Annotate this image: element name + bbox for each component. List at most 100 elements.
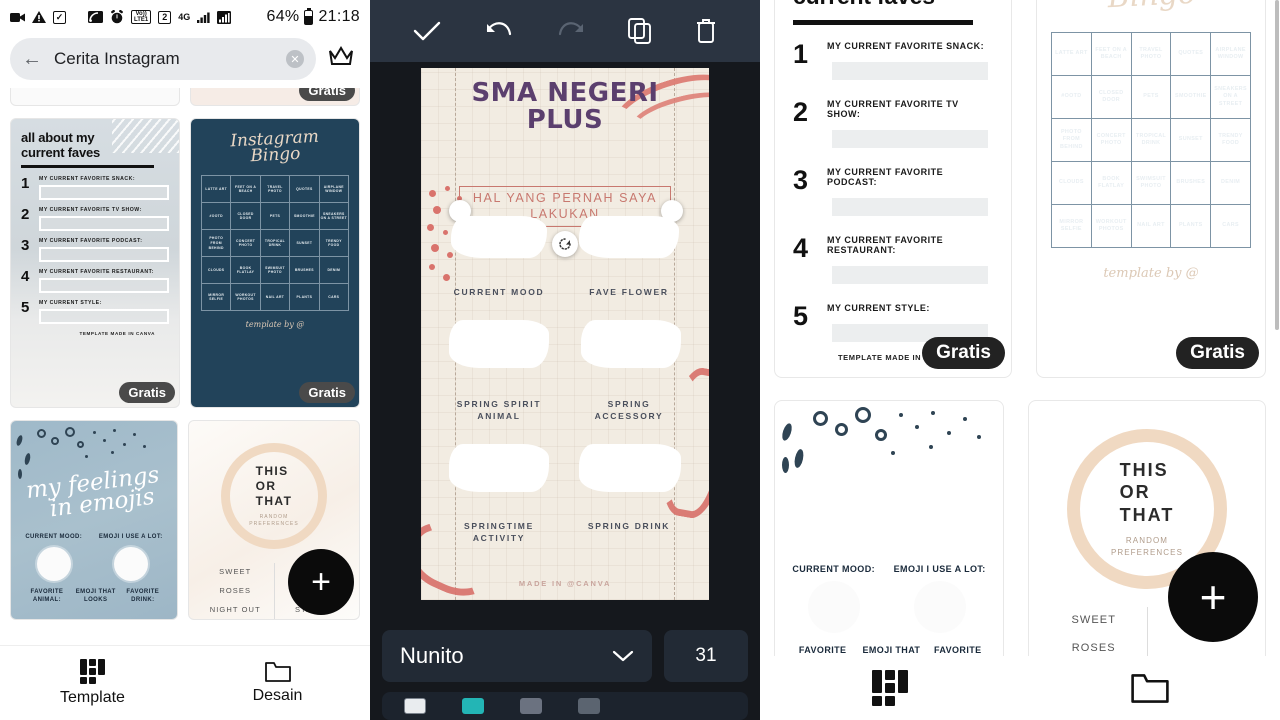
faves-number: 1: [793, 38, 809, 69]
template-card-this-or-that-large[interactable]: THIS OR THAT RANDOM PREFERENCES SWEET ROS…: [1028, 400, 1266, 690]
font-size-field[interactable]: 31: [664, 630, 748, 682]
feelings-question: EMOJI I USE A LOT:: [98, 534, 163, 582]
canvas-label-spring-drink[interactable]: SPRING DRINK: [573, 520, 685, 532]
faves-input-box: [39, 309, 169, 325]
editor-panel: SMA NEGERI PLUS HAL YANG PERNAH SAYA LAKU…: [370, 0, 760, 720]
add-button-fab-large[interactable]: +: [1168, 552, 1258, 642]
bingo-cell: CARS: [1211, 205, 1251, 248]
answer-blob[interactable]: [581, 320, 681, 368]
undo-icon[interactable]: [484, 20, 514, 42]
faves-item: 2 MY CURRENT FAVORITE TV SHOW:: [793, 96, 993, 153]
spacing-icon[interactable]: [578, 698, 600, 714]
template-card-feelings-emojis-large[interactable]: my feelings in emojis CURRENT MOOD: EMOJI…: [774, 400, 1004, 690]
template-card-partial-right[interactable]: MADE IN @CANVA Gratis: [190, 88, 360, 106]
answer-blob[interactable]: [579, 216, 679, 258]
faves-label: MY CURRENT FAVORITE RESTAURANT:: [39, 269, 154, 276]
bingo-cell: TROPICAL DRINK: [1131, 119, 1172, 162]
nav-item-desain-large[interactable]: [1020, 673, 1280, 703]
answer-blob[interactable]: [449, 320, 549, 368]
rotate-handle-icon[interactable]: [552, 231, 578, 257]
feelings-question-label: CURRENT MOOD:: [792, 564, 876, 575]
canvas-label-current-mood[interactable]: CURRENT MOOD: [443, 286, 555, 298]
canvas-area[interactable]: SMA NEGERI PLUS HAL YANG PERNAH SAYA LAKU…: [370, 62, 760, 607]
template-row-1: all about my current faves 1 MY CURRENT F…: [10, 118, 360, 408]
canvas-label-fave-flower[interactable]: FAVE FLOWER: [573, 286, 685, 298]
bingo-cell: BOOK FLATLAY: [231, 257, 261, 285]
template-card-current-faves[interactable]: all about my current faves 1 MY CURRENT F…: [10, 118, 180, 408]
template-card-current-faves-large[interactable]: all about mycurrent faves 1 MY CURRENT F…: [774, 0, 1012, 378]
feelings-question-label: EMOJI I USE A LOT:: [98, 534, 163, 541]
faves-number: 5: [21, 299, 30, 317]
template-card-instagram-bingo-large[interactable]: InstagramBingo LATTE ARTFEET ON A BEACHT…: [1036, 0, 1266, 378]
bingo-cell: DENIM: [1211, 162, 1251, 205]
add-button-fab[interactable]: +: [288, 549, 354, 615]
option-label: SWEET: [1071, 614, 1117, 626]
this-or-that-ring: THIS OR THAT RANDOM PREFERENCES: [221, 443, 327, 549]
faves-item: 3 MY CURRENT FAVORITE PODCAST:: [793, 166, 993, 221]
confirm-check-icon[interactable]: [413, 20, 441, 42]
faves-input-box: [827, 192, 993, 221]
duplicate-icon[interactable]: [628, 18, 652, 44]
search-input[interactable]: ← Cerita Instagram ✕: [10, 38, 316, 80]
phone-browse-panel: ✓ Vo)) LTE1 2 4G 64% 21:18 ← Cerita Inst…: [0, 0, 370, 720]
feelings-question-row: CURRENT MOOD: EMOJI I USE A LOT:: [17, 534, 171, 582]
bingo-cell: SNEAKERS ON A STREET: [319, 203, 349, 231]
text-properties-bar: Nunito 31: [370, 620, 760, 720]
card-subtitle: RANDOM PREFERENCES: [1110, 536, 1184, 558]
delete-icon[interactable]: [695, 18, 717, 44]
plus-icon: +: [1199, 571, 1227, 623]
canvas-label-springtime-activity[interactable]: SPRINGTIME ACTIVITY: [443, 520, 555, 545]
faves-label: MY CURRENT FAVORITE RESTAURANT:: [827, 234, 944, 255]
back-arrow-icon[interactable]: ←: [22, 49, 42, 69]
battery-icon: [304, 7, 314, 25]
faves-item: 1 MY CURRENT FAVORITE SNACK:: [21, 176, 169, 201]
answer-blob[interactable]: [579, 444, 681, 492]
answer-blob[interactable]: [451, 216, 547, 258]
search-bar-area: ← Cerita Instagram ✕: [0, 34, 370, 88]
answer-blob[interactable]: [449, 444, 549, 492]
crown-icon[interactable]: [322, 45, 360, 74]
bingo-cell: NAIL ART: [1131, 205, 1172, 248]
nav-item-template-large[interactable]: [760, 670, 1020, 706]
font-family-select[interactable]: Nunito: [382, 630, 652, 682]
scrollbar[interactable]: [1275, 0, 1279, 330]
card-title: my feelings in emojis: [24, 462, 161, 523]
checkbox-icon: ✓: [53, 10, 66, 24]
signal-bars-icon-2: [217, 10, 232, 24]
color-swatch-teal-icon[interactable]: [462, 698, 484, 714]
faves-number: 2: [793, 96, 809, 127]
bottom-navigation: Template Desain: [0, 645, 370, 720]
bingo-cell: FEET ON A BEACH: [1091, 33, 1132, 76]
title-rule: [793, 19, 973, 25]
color-swatch-white-icon[interactable]: [404, 698, 426, 714]
template-card-instagram-bingo[interactable]: Instagram Bingo LATTE ART FEET ON A BEACH T…: [190, 118, 360, 408]
nav-item-desain[interactable]: Desain: [185, 646, 370, 720]
bingo-cell: WORKOUT PHOTOS: [1091, 205, 1132, 248]
design-canvas[interactable]: SMA NEGERI PLUS HAL YANG PERNAH SAYA LAKU…: [421, 68, 709, 600]
template-card-partial-left[interactable]: [10, 88, 180, 106]
text-style-row[interactable]: [382, 692, 748, 720]
nav-label: Template: [60, 689, 125, 706]
faves-item: 3 MY CURRENT FAVORITE PODCAST:: [21, 238, 169, 263]
canvas-label-spring-accessory[interactable]: SPRING ACCESSORY: [573, 398, 685, 423]
bingo-cell: CLOSED DOOR: [231, 203, 261, 231]
faves-label: MY CURRENT STYLE:: [827, 302, 930, 313]
bingo-cell: BOOK FLATLAY: [1091, 162, 1132, 205]
canvas-label-spring-spirit-animal[interactable]: SPRING SPIRIT ANIMAL: [443, 398, 555, 423]
signal-bars-icon-1: [197, 11, 210, 23]
card-title: InstagramBingo: [1050, 0, 1253, 15]
template-card-feelings-emojis[interactable]: my feelings in emojis CURRENT MOOD: EMOJI…: [10, 420, 178, 620]
title-rule: [21, 165, 155, 169]
bingo-cell: BRUSHES: [290, 257, 320, 285]
option-label: NIGHT OUT: [209, 604, 261, 614]
bingo-cell: TROPICAL DRINK: [260, 230, 291, 258]
network-4g-icon: 4G: [178, 11, 191, 22]
alarm-icon: [110, 10, 124, 24]
align-icon[interactable]: [520, 698, 542, 714]
faves-item: 4 MY CURRENT FAVORITE RESTAURANT:: [793, 234, 993, 289]
bingo-cell: AIRPLANE WINDOW: [1211, 33, 1251, 76]
nav-item-template[interactable]: Template: [0, 646, 185, 720]
clear-icon[interactable]: ✕: [286, 50, 304, 68]
search-query-text[interactable]: Cerita Instagram: [54, 49, 274, 69]
canvas-heading[interactable]: SMA NEGERI PLUS: [421, 68, 709, 133]
